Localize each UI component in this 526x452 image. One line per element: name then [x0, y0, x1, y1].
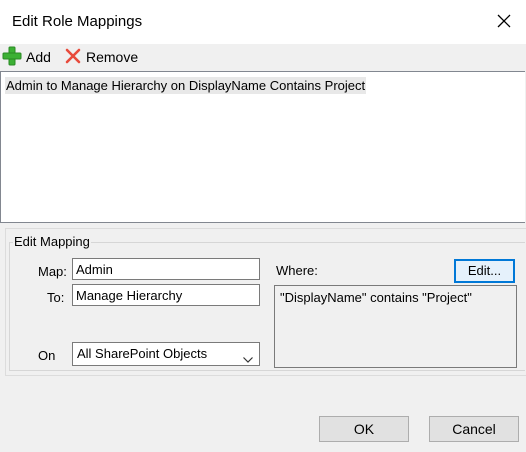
background-window-fragment [0, 0, 200, 4]
on-select-value: All SharePoint Objects [77, 346, 208, 361]
edit-mapping-group-title: Edit Mapping [13, 234, 91, 249]
add-button[interactable]: Add [2, 46, 51, 68]
ok-button[interactable]: OK [319, 416, 409, 442]
on-label: On [38, 348, 56, 363]
red-x-icon [64, 47, 82, 68]
map-field[interactable] [72, 258, 260, 280]
on-select[interactable]: All SharePoint Objects [72, 342, 260, 366]
dialog-title: Edit Role Mappings [12, 13, 143, 30]
where-condition-box: "DisplayName" contains "Project" [274, 285, 517, 368]
where-label: Where: [276, 263, 318, 278]
mappings-list[interactable]: Admin to Manage Hierarchy on DisplayName… [0, 71, 525, 223]
to-label: To: [47, 290, 65, 305]
to-field[interactable] [72, 284, 260, 306]
remove-button-label: Remove [86, 49, 139, 65]
map-label: Map: [38, 264, 67, 279]
add-button-label: Add [26, 49, 51, 65]
remove-button[interactable]: Remove [64, 46, 138, 68]
edit-where-button[interactable]: Edit... [454, 259, 515, 283]
toolbar: Add Remove [0, 44, 526, 70]
list-item[interactable]: Admin to Manage Hierarchy on DisplayName… [5, 77, 367, 94]
cancel-button[interactable]: Cancel [429, 416, 519, 442]
close-button[interactable] [484, 6, 524, 38]
chevron-down-icon [243, 351, 253, 366]
close-icon [497, 14, 511, 31]
where-condition-text: "DisplayName" contains "Project" [280, 290, 472, 305]
title-bar: Edit Role Mappings [0, 0, 526, 44]
green-plus-icon [2, 46, 22, 69]
